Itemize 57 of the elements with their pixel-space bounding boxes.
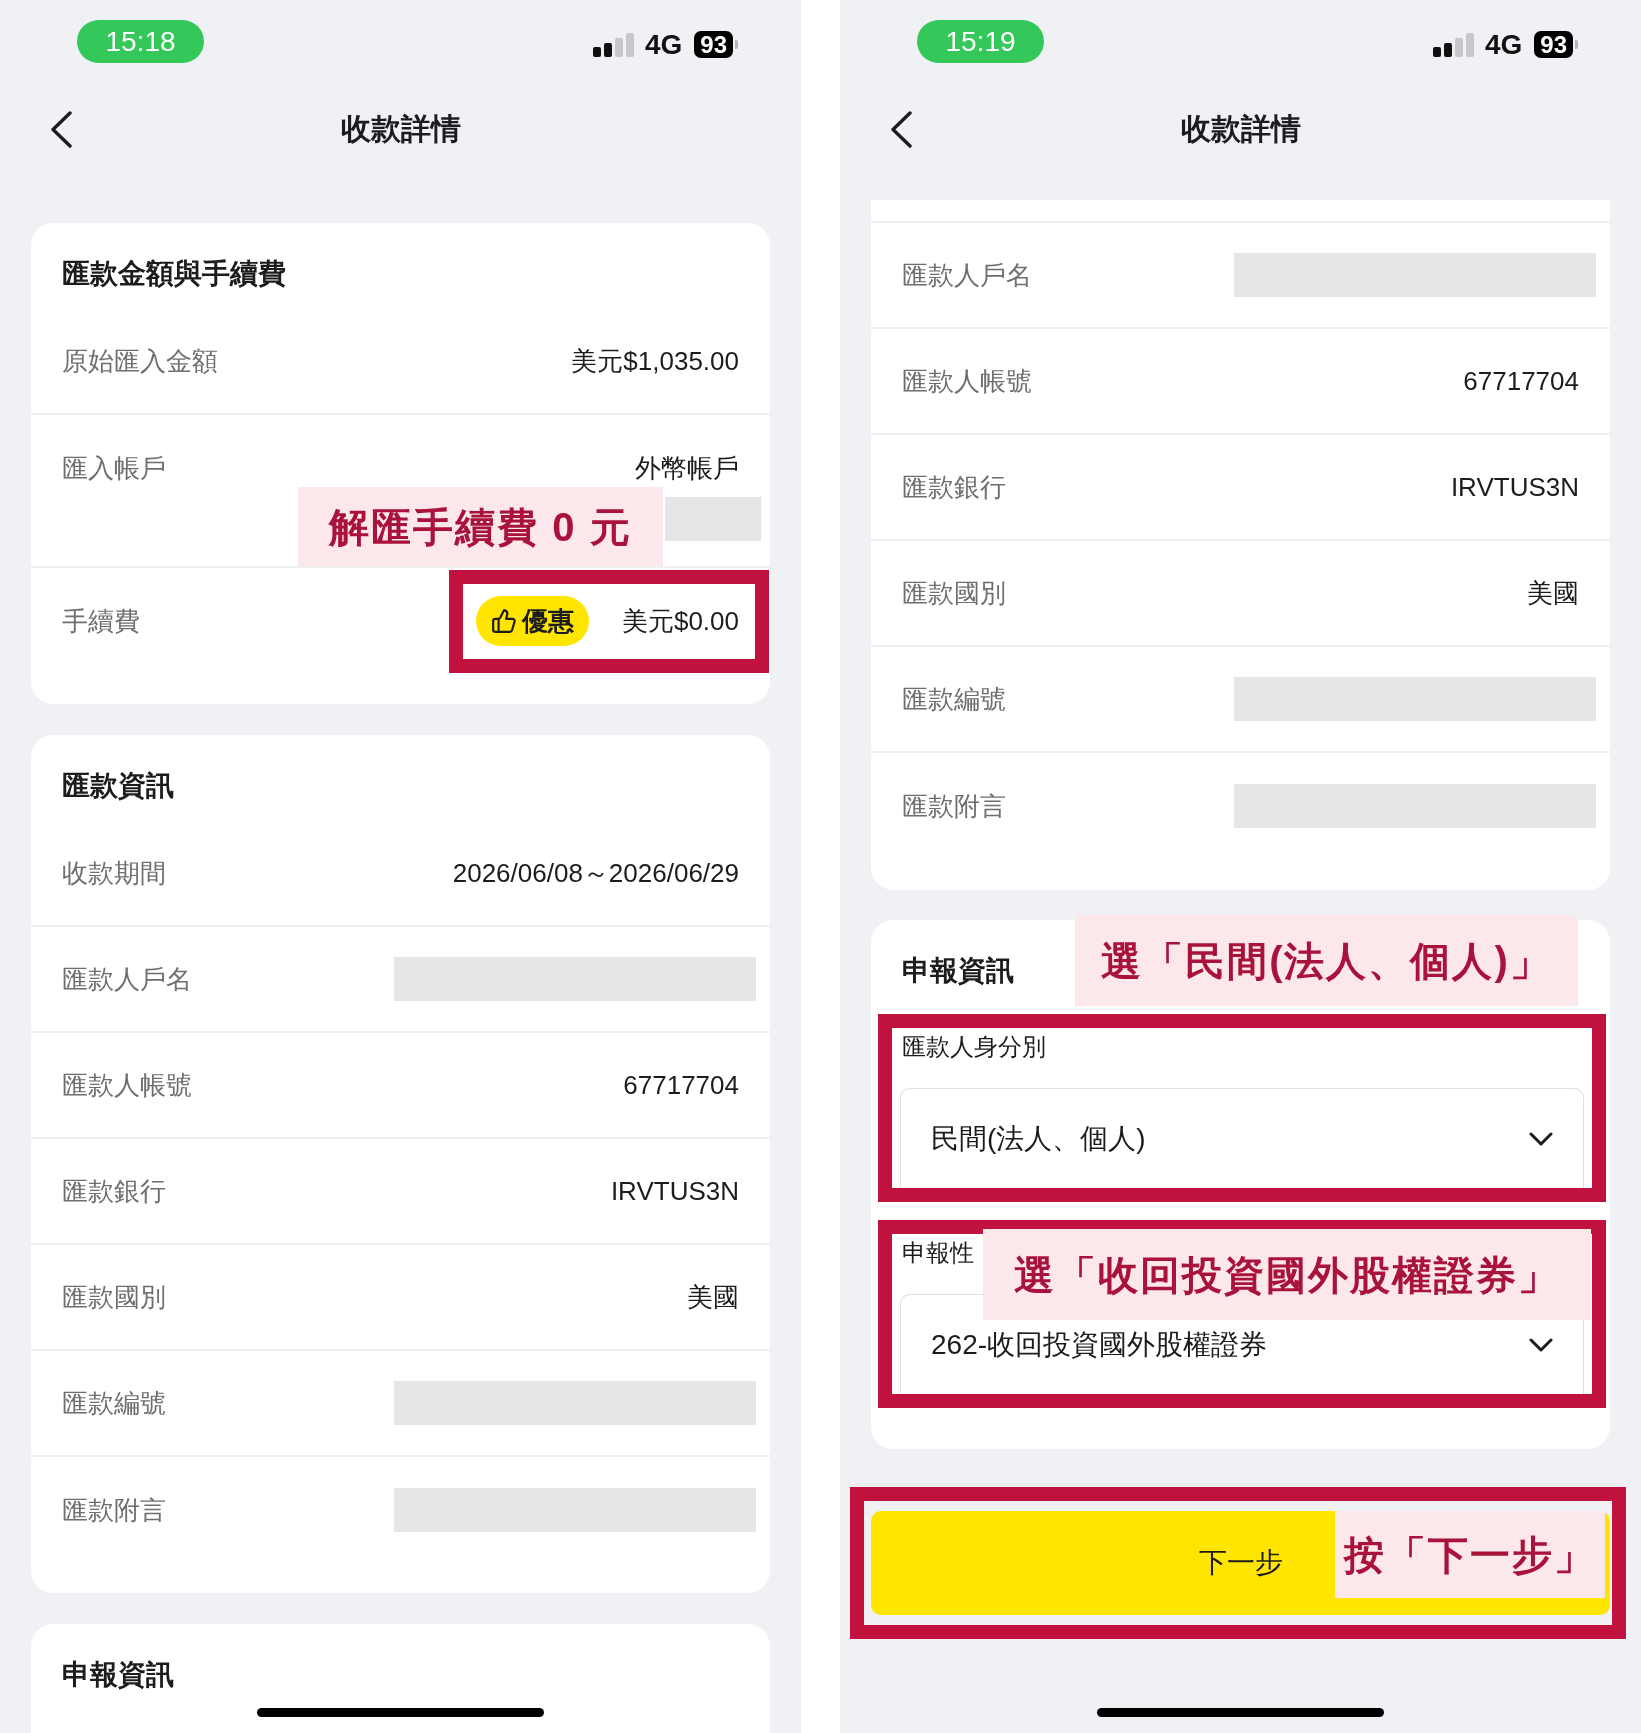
back-icon[interactable] xyxy=(890,110,912,148)
page-title: 收款詳情 xyxy=(1180,111,1301,147)
battery-cap-icon xyxy=(735,40,738,49)
row-label: 匯款編號 xyxy=(62,1387,166,1420)
row-label: 匯款人帳號 xyxy=(902,365,1032,398)
annotation-tooltip: 按「下一步」 xyxy=(1335,1511,1605,1598)
field-label: 匯款人身分別 xyxy=(901,1033,1046,1061)
annotation-tooltip: 選「收回投資國外股權證券」 xyxy=(983,1229,1591,1320)
row-label: 匯款附言 xyxy=(902,790,1006,823)
row-label: 匯款銀行 xyxy=(902,471,1006,504)
row-label: 匯款人帳號 xyxy=(62,1069,192,1102)
network-label: 4G xyxy=(644,31,683,58)
section-heading: 申報資訊 xyxy=(902,954,1014,988)
row-value: IRVTUS3N xyxy=(1450,471,1579,504)
row-value: IRVTUS3N xyxy=(610,1175,739,1208)
row-label: 匯款人戶名 xyxy=(902,259,1032,292)
annotation-tooltip: 選「民間(法人、個人)」 xyxy=(1075,915,1578,1006)
row-label: 匯款國別 xyxy=(902,577,1006,610)
row-value: 67717704 xyxy=(623,1069,739,1102)
chevron-down-icon xyxy=(1529,1131,1553,1146)
row-value: 67717704 xyxy=(1463,365,1579,398)
promo-label: 優惠 xyxy=(522,606,574,636)
battery-level: 93 xyxy=(1534,31,1573,58)
row-label: 匯款國別 xyxy=(62,1281,166,1314)
row-label: 收款期間 xyxy=(62,857,166,890)
chevron-down-icon xyxy=(1529,1337,1553,1352)
select-value: 262-收回投資國外股權證券 xyxy=(931,1327,1268,1362)
field-label: 申報性 xyxy=(901,1239,974,1267)
section-heading: 匯款金額與手續費 xyxy=(62,257,286,291)
status-time: 15:19 xyxy=(917,20,1044,63)
select-field[interactable]: 民間(法人、個人) xyxy=(900,1088,1584,1188)
status-time: 15:18 xyxy=(77,20,204,63)
row-value: 外幣帳戶 xyxy=(635,452,739,485)
back-icon[interactable] xyxy=(50,110,72,148)
battery-level: 93 xyxy=(694,31,733,58)
row-value: 美國 xyxy=(1527,577,1579,610)
thumbs-up-icon xyxy=(491,608,517,634)
page-title: 收款詳情 xyxy=(340,111,461,147)
row-label: 原始匯入金額 xyxy=(62,345,218,378)
annotation-tooltip: 解匯手續費 0 元 xyxy=(298,487,663,566)
row-label: 匯款附言 xyxy=(62,1494,166,1527)
signal-icon xyxy=(1432,32,1474,57)
section-heading: 匯款資訊 xyxy=(62,769,174,803)
select-value: 民間(法人、個人) xyxy=(931,1121,1146,1156)
row-value: 美元$0.00 xyxy=(621,605,739,638)
row-label: 匯款銀行 xyxy=(62,1175,166,1208)
row-label: 匯款編號 xyxy=(902,683,1006,716)
section-heading: 申報資訊 xyxy=(62,1658,174,1692)
row-value: 2026/06/08～2026/06/29 xyxy=(452,857,739,890)
row-label: 匯入帳戶 xyxy=(62,452,166,485)
row-label: 手續費 xyxy=(62,605,140,638)
network-label: 4G xyxy=(1484,31,1523,58)
row-value: 美元$1,035.00 xyxy=(571,345,739,378)
row-label: 匯款人戶名 xyxy=(62,963,192,996)
signal-icon xyxy=(592,32,634,57)
row-value: 美國 xyxy=(687,1281,739,1314)
battery-cap-icon xyxy=(1575,40,1578,49)
